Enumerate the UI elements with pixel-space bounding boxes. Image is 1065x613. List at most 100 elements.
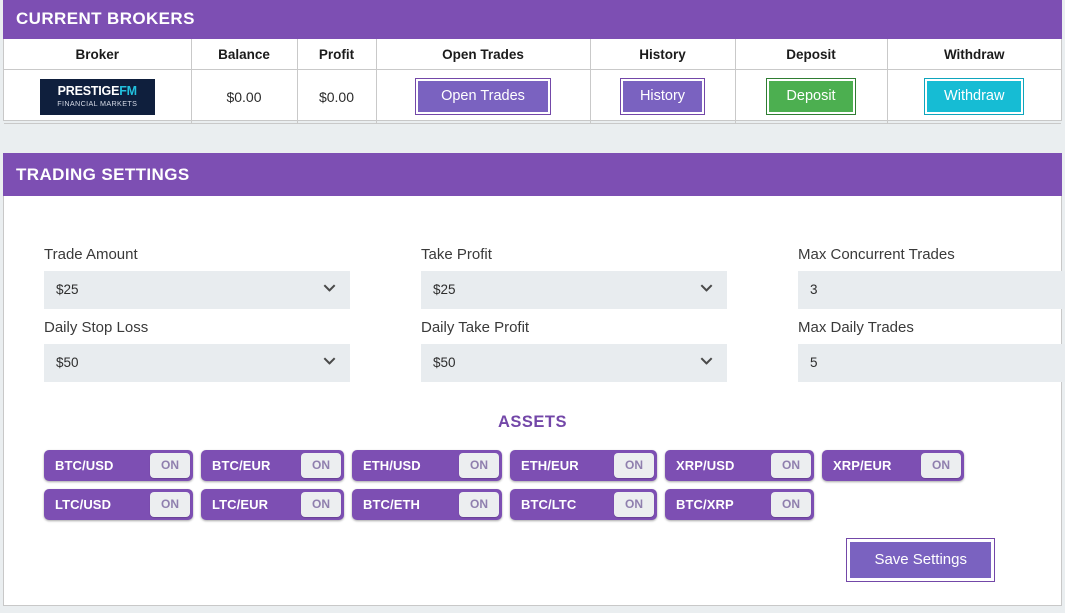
max-concurrent-trades-select[interactable]: 3 <box>798 271 1065 309</box>
trade-amount-select[interactable]: $25 <box>44 271 350 309</box>
asset-toggle-xrp-eur[interactable]: XRP/EUR ON <box>822 450 964 481</box>
trading-settings-panel: TRADING SETTINGS Trade Amount $25 Take P… <box>3 153 1065 606</box>
take-profit-select[interactable]: $25 <box>421 271 727 309</box>
deposit-button[interactable]: Deposit <box>766 78 856 115</box>
field-label-take-profit: Take Profit <box>421 246 492 263</box>
asset-name: BTC/XRP <box>676 497 734 512</box>
save-settings-button[interactable]: Save Settings <box>846 538 995 582</box>
daily-take-profit-value: $50 <box>433 355 456 370</box>
asset-name: LTC/USD <box>55 497 112 512</box>
asset-state[interactable]: ON <box>771 492 811 517</box>
asset-state[interactable]: ON <box>771 453 811 478</box>
daily-take-profit-select[interactable]: $50 <box>421 344 727 382</box>
assets-row-1: BTC/USD ON BTC/EUR ON ETH/USD ON ETH/EUR… <box>44 450 1061 481</box>
column-header-balance: Balance <box>190 39 298 70</box>
asset-name: XRP/USD <box>676 458 735 473</box>
column-header-profit: Profit <box>296 39 377 70</box>
logo-subtitle-text: FINANCIAL MARKETS <box>57 98 138 108</box>
column-header-broker: Broker <box>4 39 192 70</box>
current-brokers-panel: CURRENT BROKERS Broker Balance Profit Op… <box>3 0 1062 124</box>
asset-name: BTC/USD <box>55 458 114 473</box>
assets-heading: ASSETS <box>497 413 568 431</box>
chevron-down-icon <box>324 356 335 367</box>
settings-field-grid: Trade Amount $25 Take Profit $25 Max Con… <box>4 246 1065 382</box>
open-trades-cell: Open Trades <box>375 69 591 124</box>
asset-toggle-eth-usd[interactable]: ETH/USD ON <box>352 450 502 481</box>
asset-state[interactable]: ON <box>614 453 654 478</box>
field-trade-amount: Trade Amount $25 <box>44 246 350 309</box>
asset-state[interactable]: ON <box>459 492 499 517</box>
asset-name: ETH/EUR <box>521 458 579 473</box>
current-brokers-title: CURRENT BROKERS <box>3 0 1062 39</box>
chevron-down-icon <box>701 356 712 367</box>
column-header-history: History <box>589 39 736 70</box>
max-daily-trades-select[interactable]: 5 <box>798 344 1065 382</box>
asset-state[interactable]: ON <box>150 492 190 517</box>
asset-toggle-btc-xrp[interactable]: BTC/XRP ON <box>665 489 814 520</box>
chevron-down-icon <box>701 283 712 294</box>
trade-amount-value: $25 <box>56 282 79 297</box>
trading-settings-title: TRADING SETTINGS <box>3 153 1062 196</box>
profit-value: $0.00 <box>296 69 377 124</box>
asset-toggle-ltc-usd[interactable]: LTC/USD ON <box>44 489 193 520</box>
grid-spacer <box>727 309 798 382</box>
history-button[interactable]: History <box>619 78 706 115</box>
logo-primary-text: PRESTIGEFM <box>40 83 155 98</box>
field-label-trade-amount: Trade Amount <box>44 246 138 263</box>
asset-toggle-btc-ltc[interactable]: BTC/LTC ON <box>510 489 657 520</box>
asset-name: ETH/USD <box>363 458 421 473</box>
asset-toggle-eth-eur[interactable]: ETH/EUR ON <box>510 450 657 481</box>
column-header-deposit: Deposit <box>734 39 888 70</box>
asset-toggle-ltc-eur[interactable]: LTC/EUR ON <box>201 489 344 520</box>
brokers-table: Broker Balance Profit Open Trades Histor… <box>4 39 1061 124</box>
asset-toggle-xrp-usd[interactable]: XRP/USD ON <box>665 450 814 481</box>
column-header-withdraw: Withdraw <box>886 39 1061 70</box>
field-label-max-daily-trades: Max Daily Trades <box>798 319 914 336</box>
open-trades-button[interactable]: Open Trades <box>415 78 551 115</box>
asset-toggle-btc-eth[interactable]: BTC/ETH ON <box>352 489 502 520</box>
withdraw-cell: Withdraw <box>886 69 1061 124</box>
field-label-daily-take-profit: Daily Take Profit <box>421 319 530 336</box>
field-label-max-concurrent-trades: Max Concurrent Trades <box>798 246 955 263</box>
deposit-cell: Deposit <box>734 69 888 124</box>
asset-state[interactable]: ON <box>614 492 654 517</box>
field-daily-take-profit: Daily Take Profit $50 <box>421 309 727 382</box>
prestige-fm-logo: PRESTIGEFM FINANCIAL MARKETS <box>39 78 155 115</box>
daily-stop-loss-select[interactable]: $50 <box>44 344 350 382</box>
max-concurrent-trades-value: 3 <box>810 282 818 297</box>
field-label-daily-stop-loss: Daily Stop Loss <box>44 319 149 336</box>
field-max-daily-trades: Max Daily Trades 5 <box>798 309 1065 382</box>
save-settings-container: Save Settings <box>4 538 1061 582</box>
asset-toggle-btc-usd[interactable]: BTC/USD ON <box>44 450 193 481</box>
asset-toggle-btc-eur[interactable]: BTC/EUR ON <box>201 450 344 481</box>
asset-name: BTC/EUR <box>212 458 271 473</box>
asset-state[interactable]: ON <box>459 453 499 478</box>
page-root: CURRENT BROKERS Broker Balance Profit Op… <box>0 0 1065 613</box>
asset-state[interactable]: ON <box>301 492 341 517</box>
field-max-concurrent-trades: Max Concurrent Trades 3 <box>798 246 1065 309</box>
field-take-profit: Take Profit $25 <box>421 246 727 309</box>
history-cell: History <box>589 69 736 124</box>
logo-word-prestige: PRESTIGE <box>57 83 120 98</box>
asset-name: BTC/LTC <box>521 497 577 512</box>
asset-name: LTC/EUR <box>212 497 269 512</box>
assets-row-2: LTC/USD ON LTC/EUR ON BTC/ETH ON BTC/LTC… <box>44 489 1061 520</box>
withdraw-button[interactable]: Withdraw <box>924 78 1025 115</box>
grid-spacer <box>350 309 421 382</box>
daily-stop-loss-value: $50 <box>56 355 79 370</box>
trading-settings-body: Trade Amount $25 Take Profit $25 Max Con… <box>4 196 1065 582</box>
brokers-table-header-row: Broker Balance Profit Open Trades Histor… <box>4 39 1061 70</box>
assets-list: BTC/USD ON BTC/EUR ON ETH/USD ON ETH/EUR… <box>4 432 1061 520</box>
logo-word-fm: FM <box>119 83 137 98</box>
grid-spacer <box>727 246 798 309</box>
asset-state[interactable]: ON <box>921 453 961 478</box>
asset-state[interactable]: ON <box>301 453 341 478</box>
max-daily-trades-value: 5 <box>810 355 818 370</box>
asset-state[interactable]: ON <box>150 453 190 478</box>
chevron-down-icon <box>324 283 335 294</box>
field-daily-stop-loss: Daily Stop Loss $50 <box>44 309 350 382</box>
broker-cell: PRESTIGEFM FINANCIAL MARKETS <box>4 69 192 124</box>
asset-name: XRP/EUR <box>833 458 892 473</box>
asset-name: BTC/ETH <box>363 497 421 512</box>
balance-value: $0.00 <box>190 69 298 124</box>
